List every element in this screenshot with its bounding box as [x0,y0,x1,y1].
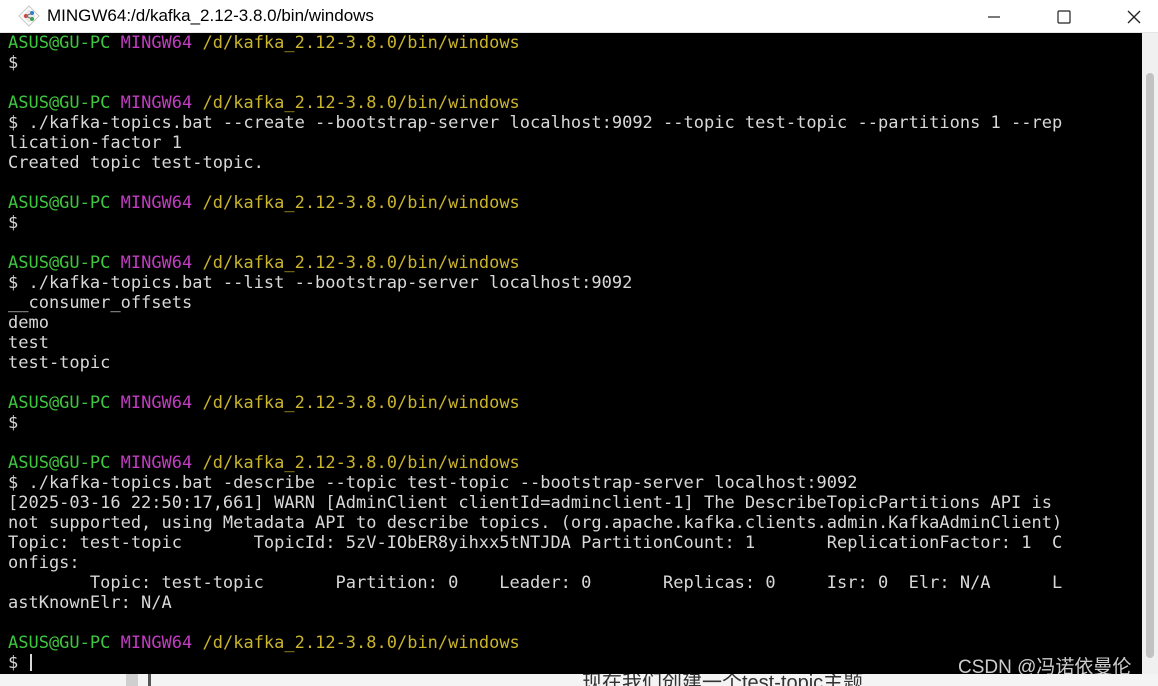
line-text: Created topic test-topic. [8,153,264,173]
prompt-user: ASUS@GU-PC [8,33,111,53]
terminal-lines: ASUS@GU-PC MINGW64 /d/kafka_2.12-3.8.0/b… [8,33,1062,673]
line-text: $ [8,413,19,433]
terminal-output[interactable]: ASUS@GU-PC MINGW64 /d/kafka_2.12-3.8.0/b… [0,33,1142,674]
output-line: Topic: test-topic TopicId: 5zV-IObER8yih… [8,533,1062,553]
output-line: [2025-03-16 22:50:17,661] WARN [AdminCli… [8,493,1062,513]
minimize-button[interactable] [964,0,1024,33]
prompt-host: MINGW64 [120,33,193,53]
scrollbar-thumb[interactable] [1146,73,1154,658]
prompt-host: MINGW64 [120,253,193,273]
git-bash-icon [18,5,40,27]
line-text: Topic: test-topic TopicId: 5zV-IObER8yih… [8,533,1063,553]
output-line: $ [8,53,1062,73]
vertical-scrollbar[interactable] [1142,33,1158,674]
prompt-host: MINGW64 [120,633,193,653]
prompt-host: MINGW64 [120,453,193,473]
line-text: not supported, using Metadata API to des… [8,513,1063,533]
prompt-path: /d/kafka_2.12-3.8.0/bin/windows [202,193,520,213]
prompt-line: ASUS@GU-PC MINGW64 /d/kafka_2.12-3.8.0/b… [8,253,1062,273]
output-line: $ [8,213,1062,233]
line-text: $ [8,213,19,233]
line-text: [2025-03-16 22:50:17,661] WARN [AdminCli… [8,493,1052,513]
output-line: test-topic [8,353,1062,373]
prompt-user: ASUS@GU-PC [8,193,111,213]
line-text: $ [8,653,29,673]
prompt-user: ASUS@GU-PC [8,633,111,653]
text-cursor [30,654,33,671]
output-line: astKnownElr: N/A [8,593,1062,613]
line-text: $ ./kafka-topics.bat --list --bootstrap-… [8,273,633,293]
line-text: onfigs: [8,553,80,573]
csdn-watermark: CSDN @冯诺依曼伦 [958,657,1132,678]
prompt-path: /d/kafka_2.12-3.8.0/bin/windows [202,33,520,53]
prompt-host: MINGW64 [120,393,193,413]
output-line: $ ./kafka-topics.bat --create --bootstra… [8,113,1062,133]
prompt-host: MINGW64 [120,93,193,113]
prompt-line: ASUS@GU-PC MINGW64 /d/kafka_2.12-3.8.0/b… [8,633,1062,653]
output-line: __consumer_offsets [8,293,1062,313]
output-line: not supported, using Metadata API to des… [8,513,1062,533]
line-text: astKnownElr: N/A [8,593,172,613]
line-text: test-topic [8,353,111,373]
window-title: MINGW64:/d/kafka_2.12-3.8.0/bin/windows [47,6,374,25]
prompt-line: ASUS@GU-PC MINGW64 /d/kafka_2.12-3.8.0/b… [8,93,1062,113]
prompt-path: /d/kafka_2.12-3.8.0/bin/windows [202,453,520,473]
prompt-host: MINGW64 [120,193,193,213]
background-scroll-edge [126,674,138,686]
background-page-text: 现在我们创建一个test-topic主题 [582,674,864,686]
close-button[interactable] [1104,0,1158,33]
prompt-line: ASUS@GU-PC MINGW64 /d/kafka_2.12-3.8.0/b… [8,453,1062,473]
prompt-user: ASUS@GU-PC [8,253,111,273]
maximize-icon [1057,9,1071,24]
line-text: $ ./kafka-topics.bat -describe --topic t… [8,473,858,493]
title-bar: MINGW64:/d/kafka_2.12-3.8.0/bin/windows [0,0,1158,33]
prompt-line: ASUS@GU-PC MINGW64 /d/kafka_2.12-3.8.0/b… [8,193,1062,213]
maximize-button[interactable] [1034,0,1094,33]
prompt-path: /d/kafka_2.12-3.8.0/bin/windows [202,253,520,273]
output-line: test [8,333,1062,353]
prompt-user: ASUS@GU-PC [8,93,111,113]
output-line: $ ./kafka-topics.bat -describe --topic t… [8,473,1062,493]
prompt-path: /d/kafka_2.12-3.8.0/bin/windows [202,93,520,113]
prompt-path: /d/kafka_2.12-3.8.0/bin/windows [202,393,520,413]
prompt-line: ASUS@GU-PC MINGW64 /d/kafka_2.12-3.8.0/b… [8,393,1062,413]
prompt-path: /d/kafka_2.12-3.8.0/bin/windows [202,633,520,653]
line-text: Topic: test-topic Partition: 0 Leader: 0… [8,573,1063,593]
line-text: test [8,333,49,353]
output-line: Topic: test-topic Partition: 0 Leader: 0… [8,573,1062,593]
line-text: $ [8,53,19,73]
output-line: demo [8,313,1062,333]
output-line: lication-factor 1 [8,133,1062,153]
line-text: demo [8,313,49,333]
prompt-user: ASUS@GU-PC [8,453,111,473]
prompt-user: ASUS@GU-PC [8,393,111,413]
line-text: $ ./kafka-topics.bat --create --bootstra… [8,113,1063,133]
minimize-icon [988,15,1000,18]
line-text: lication-factor 1 [8,133,182,153]
line-text: __consumer_offsets [8,293,193,313]
prompt-line: ASUS@GU-PC MINGW64 /d/kafka_2.12-3.8.0/b… [8,33,1062,53]
close-icon [1127,10,1141,23]
output-line: $ ./kafka-topics.bat --list --bootstrap-… [8,273,1062,293]
output-line: onfigs: [8,553,1062,573]
input-line: $ [8,653,1062,673]
output-line: $ [8,413,1062,433]
output-line: Created topic test-topic. [8,153,1062,173]
background-divider [148,674,151,686]
